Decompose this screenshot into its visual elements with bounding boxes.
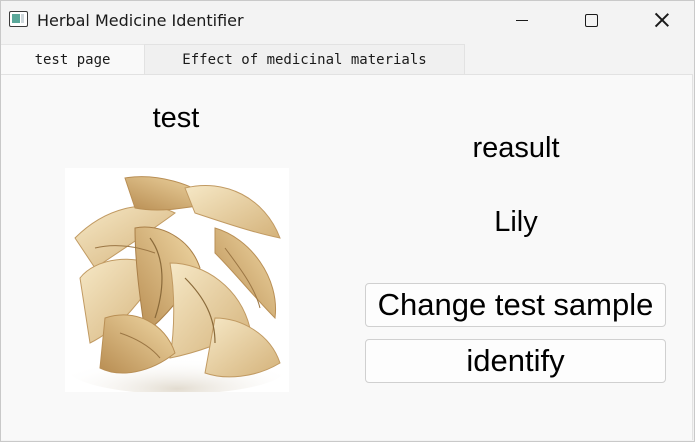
title-bar[interactable]: Herbal Medicine Identifier bbox=[1, 1, 694, 39]
test-page-panel: test reasult Lily Change test sample ide… bbox=[1, 74, 693, 440]
change-test-sample-button[interactable]: Change test sample bbox=[365, 283, 666, 327]
maximize-button[interactable] bbox=[568, 1, 614, 39]
result-value: Lily bbox=[494, 206, 538, 238]
minimize-icon bbox=[516, 19, 528, 21]
tab-test-page[interactable]: test page bbox=[1, 44, 144, 74]
tab-bar: test page Effect of medicinal materials bbox=[1, 44, 694, 75]
tab-effect-of-medicinal-materials[interactable]: Effect of medicinal materials bbox=[144, 44, 465, 74]
result-heading: reasult bbox=[472, 132, 560, 164]
identify-button[interactable]: identify bbox=[365, 339, 666, 383]
herb-sample-illustration bbox=[65, 168, 289, 392]
app-icon bbox=[9, 11, 28, 27]
app-window: Herbal Medicine Identifier test page Eff… bbox=[0, 0, 695, 442]
close-icon bbox=[655, 13, 669, 27]
close-button[interactable] bbox=[639, 1, 685, 39]
test-heading: test bbox=[152, 102, 200, 134]
sample-image bbox=[65, 168, 289, 392]
window-title: Herbal Medicine Identifier bbox=[37, 11, 244, 30]
maximize-icon bbox=[584, 13, 598, 27]
minimize-button[interactable] bbox=[499, 1, 545, 39]
